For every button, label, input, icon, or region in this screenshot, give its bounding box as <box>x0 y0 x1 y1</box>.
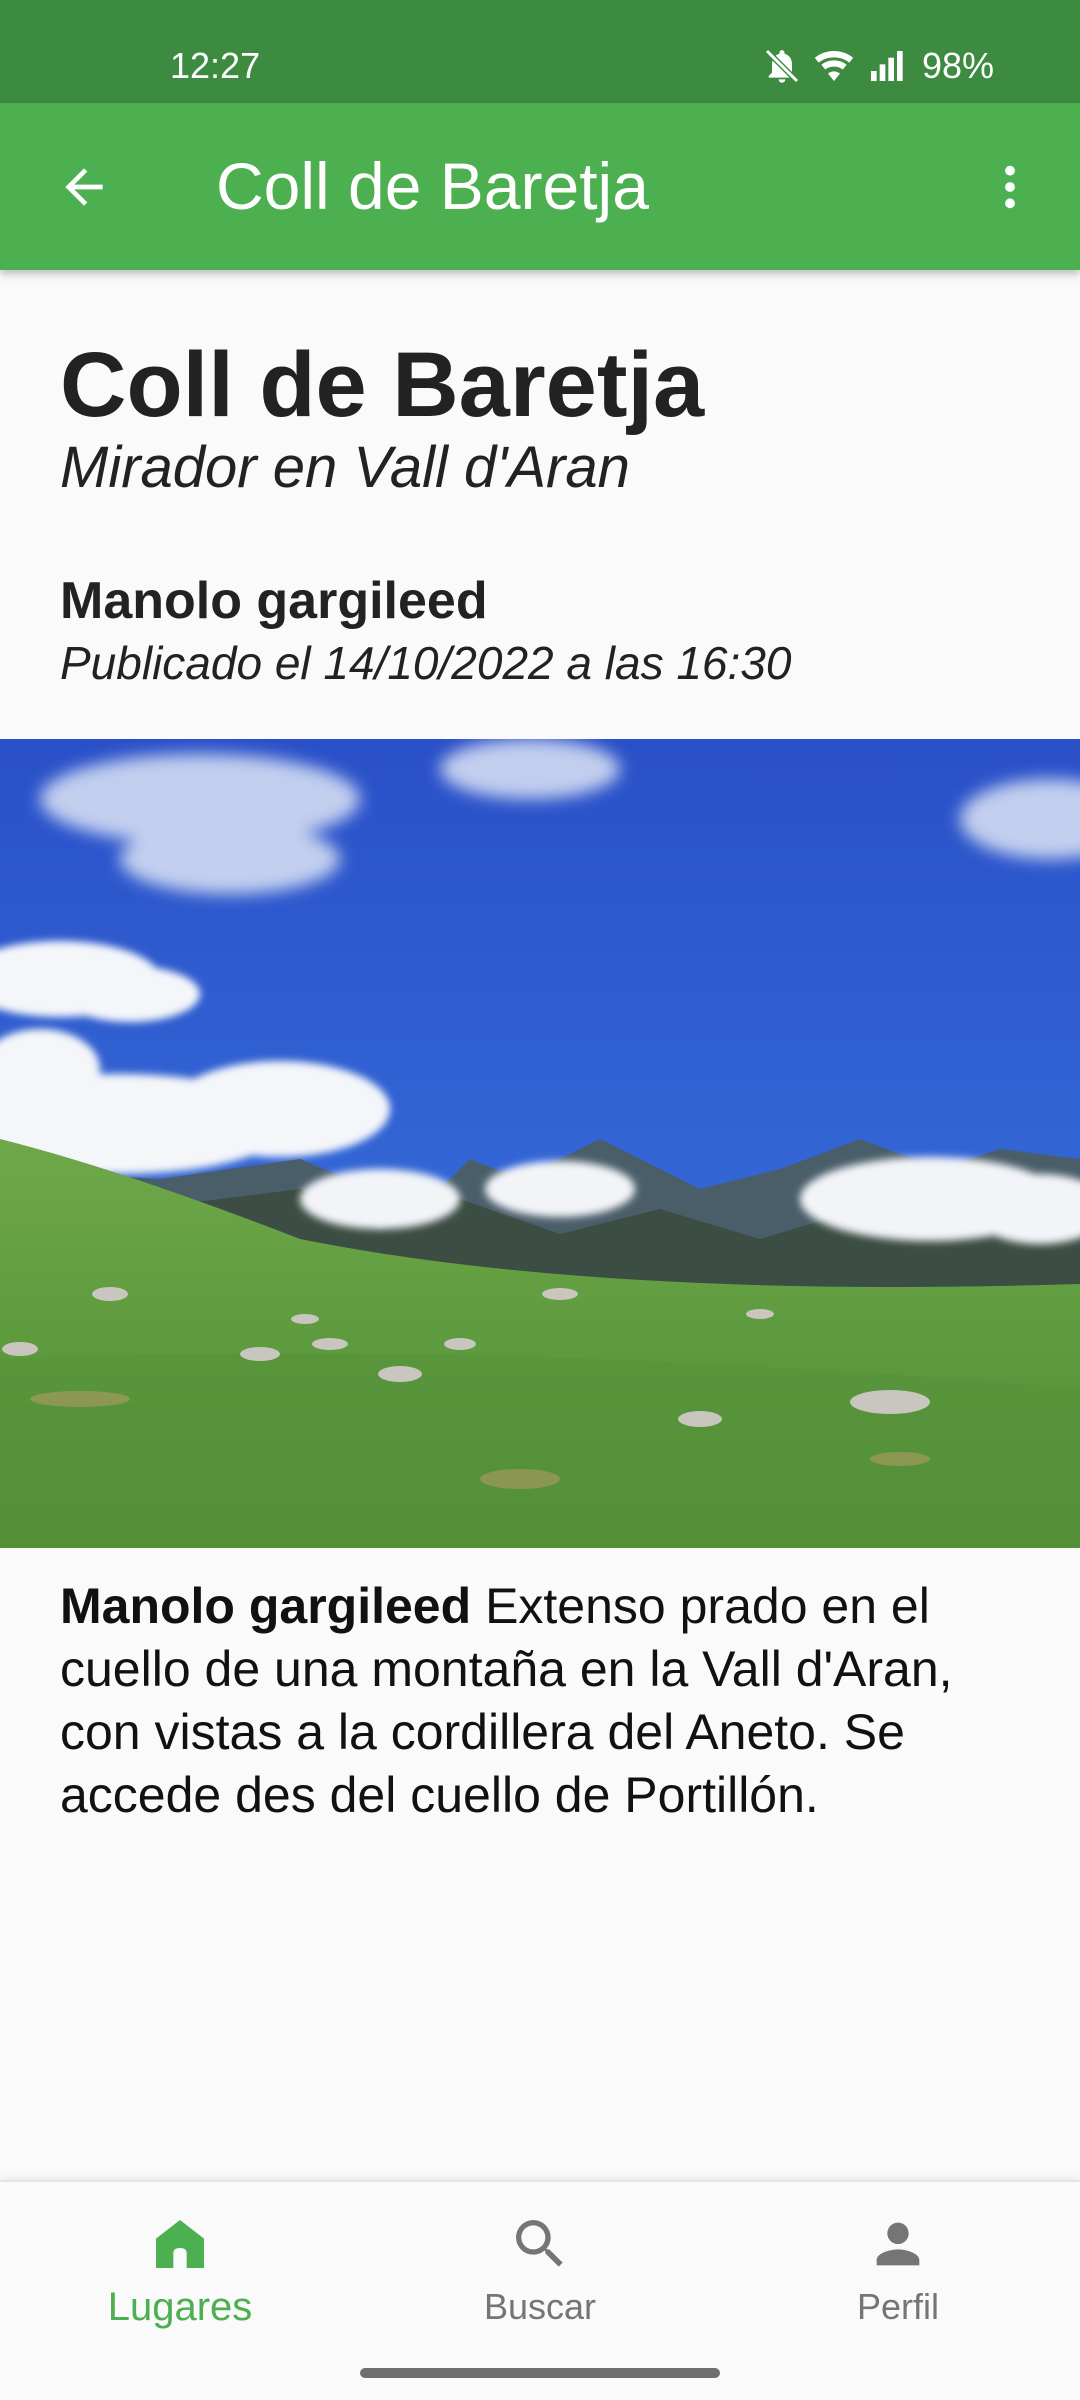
place-subtitle: Mirador en Vall d'Aran <box>60 435 630 500</box>
battery-percent: 98% <box>921 45 994 86</box>
description: Manolo gargileed Extenso prado en el cue… <box>60 1575 1030 1827</box>
more-vert-icon <box>1005 165 1015 209</box>
status-time: 12:27 <box>170 45 261 86</box>
place-photo <box>0 739 1080 1548</box>
home-icon <box>156 2220 204 2268</box>
description-author: Manolo gargileed <box>60 1578 472 1634</box>
arrow-back-icon <box>65 168 103 206</box>
signal-icon <box>870 51 903 81</box>
place-title: Coll de Baretja <box>60 334 705 436</box>
nav-item-perfil[interactable]: Perfil <box>758 2182 1038 2352</box>
bottom-navigation: Lugares Buscar Perfil <box>0 2180 1080 2352</box>
back-button[interactable] <box>50 153 118 221</box>
gesture-handle[interactable] <box>360 2368 720 2378</box>
author-name: Manolo gargileed <box>60 572 488 630</box>
nav-item-lugares[interactable]: Lugares <box>40 2182 320 2352</box>
nav-label-buscar: Buscar <box>483 2286 597 2327</box>
app-bar: Coll de Baretja <box>0 103 1080 270</box>
wifi-icon <box>814 51 854 81</box>
status-icons: 98% <box>762 44 994 88</box>
nav-item-buscar[interactable]: Buscar <box>400 2182 680 2352</box>
search-icon <box>516 2220 563 2267</box>
status-bar: 12:27 98% <box>0 0 1080 103</box>
nav-label-lugares: Lugares <box>107 2285 253 2329</box>
person-icon <box>876 2222 920 2266</box>
published-date: Publicado el 14/10/2022 a las 16:30 <box>60 637 792 689</box>
more-options-button[interactable] <box>976 153 1044 221</box>
nav-label-perfil: Perfil <box>856 2286 940 2327</box>
bell-off-icon <box>764 48 799 84</box>
app-bar-title: Coll de Baretja <box>216 149 649 223</box>
